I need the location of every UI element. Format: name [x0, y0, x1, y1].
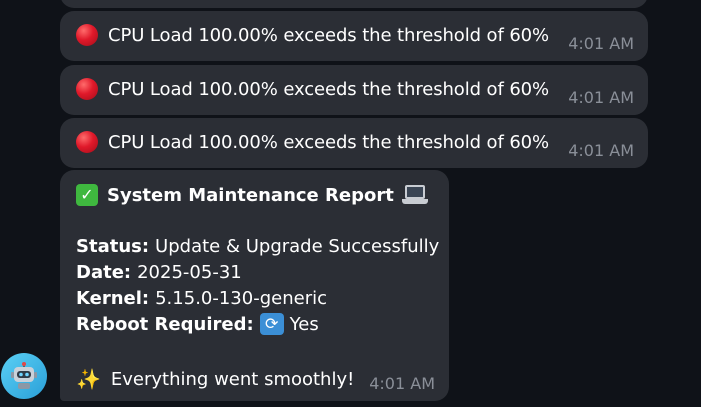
alert-message-text: CPU Load 100.00% exceeds the threshold o… [108, 24, 550, 46]
alert-message-text: CPU Load 100.00% exceeds the threshold o… [108, 78, 550, 100]
reboot-label: Reboot Required: [76, 313, 254, 335]
chat-window: CPU Load 100.00% exceeds the threshold o… [0, 0, 701, 407]
red-circle-icon [76, 24, 98, 46]
report-date-line: Date: 2025-05-31 [76, 262, 242, 283]
message-timestamp: 4:01 AM [369, 374, 435, 393]
message-timestamp: 4:01 AM [568, 141, 634, 160]
report-kernel-line: Kernel: 5.15.0-130-generic [76, 288, 327, 309]
status-label: Status: [76, 236, 150, 257]
report-title: ✓ System Maintenance Report [76, 184, 428, 206]
alert-message-text: CPU Load 100.00% exceeds the threshold o… [108, 131, 550, 153]
alert-message-bubble[interactable]: CPU Load 100.00% exceeds the threshold o… [60, 11, 648, 61]
previous-message-bubble[interactable] [60, 0, 648, 8]
kernel-label: Kernel: [76, 288, 150, 309]
red-circle-icon [76, 78, 98, 100]
report-title-text: System Maintenance Report [107, 184, 394, 206]
reboot-value: Yes [289, 313, 319, 335]
message-timestamp: 4:01 AM [568, 34, 634, 53]
laptop-icon [401, 184, 428, 206]
alert-message-bubble[interactable]: CPU Load 100.00% exceeds the threshold o… [60, 65, 648, 115]
red-circle-icon [76, 131, 98, 153]
maintenance-report-bubble[interactable]: ✓ System Maintenance Report Status: Upda… [60, 170, 449, 401]
alert-message-content: CPU Load 100.00% exceeds the threshold o… [76, 78, 549, 100]
kernel-value: 5.15.0-130-generic [155, 288, 327, 309]
status-value: Update & Upgrade Successfully [155, 236, 440, 257]
alert-message-content: CPU Load 100.00% exceeds the threshold o… [76, 24, 549, 46]
robot-icon [11, 362, 37, 389]
alert-message-content: CPU Load 100.00% exceeds the threshold o… [76, 131, 549, 153]
check-mark-icon: ✓ [76, 184, 98, 206]
date-label: Date: [76, 262, 132, 283]
alert-message-bubble[interactable]: CPU Load 100.00% exceeds the threshold o… [60, 118, 648, 168]
report-status-line: Status: Update & Upgrade Successfully [76, 236, 439, 257]
report-footer-line: ✨ Everything went smoothly! [76, 367, 354, 391]
date-value: 2025-05-31 [137, 262, 242, 283]
report-reboot-line: Reboot Required: ⟳ Yes [76, 313, 319, 335]
report-footer-text: Everything went smoothly! [110, 368, 355, 390]
message-timestamp: 4:01 AM [568, 88, 634, 107]
sender-avatar[interactable] [1, 353, 47, 399]
sparkles-icon: ✨ [76, 367, 101, 391]
repeat-icon: ⟳ [259, 313, 284, 335]
